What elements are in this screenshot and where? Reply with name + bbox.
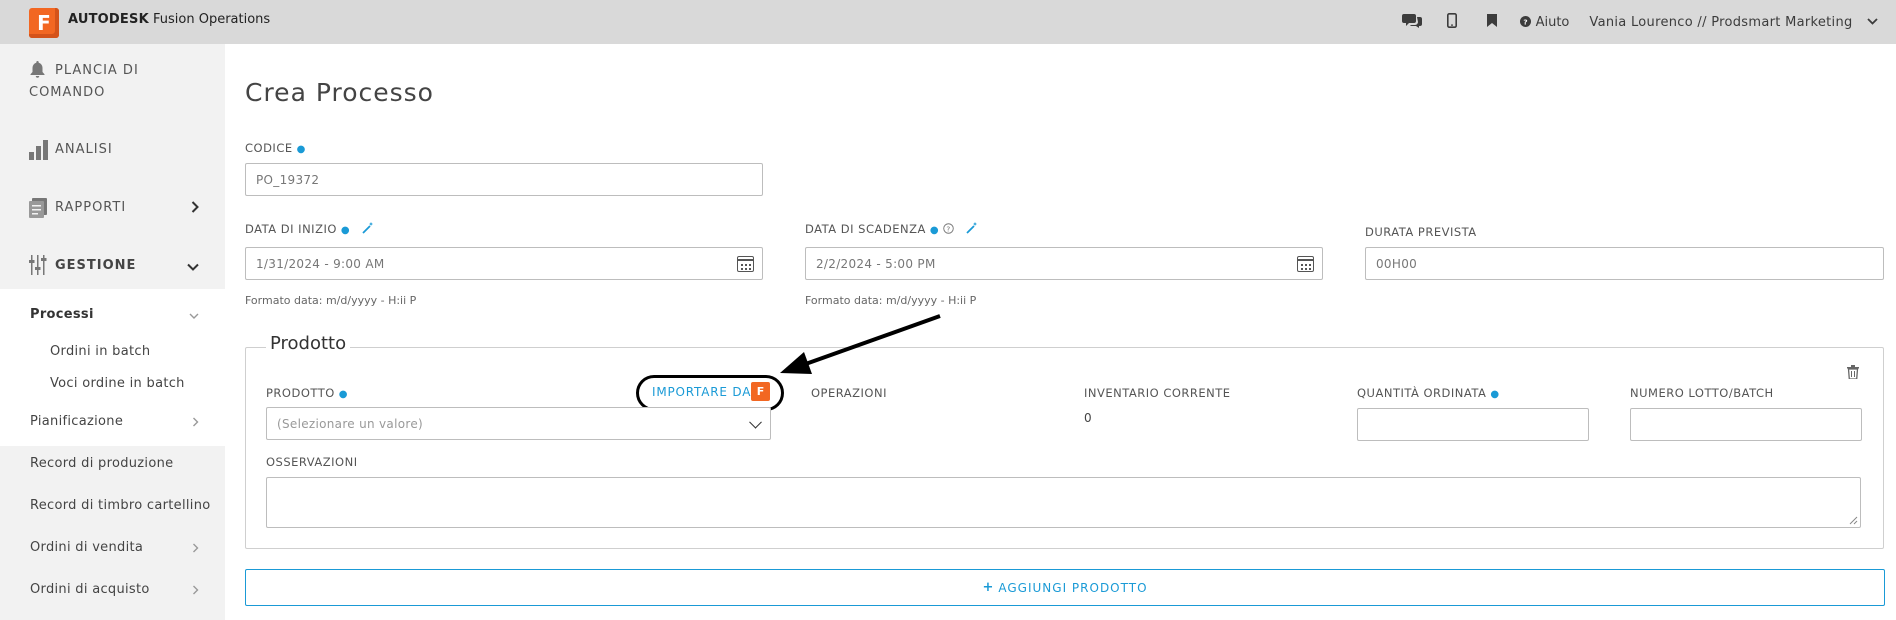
duration-label: DURATA PREVISTA — [1365, 225, 1477, 239]
lot-label: NUMERO LOTTO/BATCH — [1630, 386, 1774, 400]
sidebar-item-timeclock-records[interactable]: Record di timbro cartellino — [30, 498, 211, 513]
brand-bold: AUTODESK — [68, 12, 149, 27]
chevron-right-icon — [191, 201, 199, 216]
code-label-text: CODICE — [245, 141, 293, 155]
chat-icon[interactable] — [1392, 12, 1432, 32]
sliders-icon — [29, 255, 47, 280]
top-right-controls: ? Aiuto Vania Lourenco // Prodsmart Mark… — [1392, 0, 1878, 44]
user-menu[interactable]: Vania Lourenco // Prodsmart Marketing — [1589, 15, 1878, 30]
duration-input[interactable]: 00H00 — [1365, 247, 1884, 280]
quantity-label: QUANTITÀ ORDINATA ● — [1357, 386, 1500, 400]
annotation-highlight-ring — [636, 375, 784, 411]
calendar-icon[interactable] — [1297, 255, 1314, 272]
svg-text:?: ? — [947, 224, 951, 233]
sidebar: PLANCIA DI COMANDO ANALISI RAPPORTI GEST… — [0, 44, 225, 620]
help-icon: ? — [1520, 15, 1535, 30]
sidebar-item-production-records[interactable]: Record di produzione — [30, 456, 173, 471]
chevron-right-icon — [192, 416, 199, 430]
start-date-label-text: DATA DI INIZIO — [245, 222, 337, 236]
sidebar-label-dashboard-2: COMANDO — [29, 85, 106, 100]
due-date-input[interactable]: 2/2/2024 - 5:00 PM — [805, 247, 1323, 280]
required-icon: ● — [338, 389, 349, 400]
user-label: Vania Lourenco // Prodsmart Marketing — [1589, 14, 1853, 30]
magic-wand-icon[interactable] — [358, 222, 374, 236]
inventory-value: 0 — [1084, 411, 1092, 425]
bookmark-icon[interactable] — [1472, 13, 1512, 31]
lot-input[interactable] — [1630, 408, 1862, 441]
product-label-text: PRODOTTO — [266, 386, 335, 400]
due-date-hint: Formato data: m/d/yyyy - H:ii P — [805, 294, 977, 307]
brand-title: AUTODESK Fusion Operations — [68, 12, 270, 27]
sidebar-item-batch-items[interactable]: Voci ordine in batch — [50, 376, 185, 391]
report-icon — [29, 198, 47, 223]
sidebar-item-batch-orders[interactable]: Ordini in batch — [50, 344, 150, 359]
trash-icon[interactable] — [1847, 365, 1859, 383]
required-icon: ● — [929, 225, 940, 236]
bar-chart-icon — [29, 140, 48, 165]
duration-value: 00H00 — [1376, 256, 1418, 271]
fusion-logo[interactable]: F — [29, 8, 59, 38]
mobile-icon[interactable] — [1432, 12, 1472, 32]
sidebar-label-dashboard-1: PLANCIA DI — [55, 63, 139, 78]
resize-handle-icon[interactable] — [1849, 516, 1858, 525]
plus-icon: + — [982, 580, 995, 595]
chevron-right-icon — [192, 542, 199, 556]
add-product-label: AGGIUNGI PRODOTTO — [998, 580, 1148, 595]
sidebar-label-purchase-orders: Ordini di acquisto — [30, 582, 150, 597]
calendar-icon[interactable] — [737, 255, 754, 272]
product-label: PRODOTTO ● — [266, 386, 348, 400]
notes-textarea[interactable] — [266, 477, 1861, 528]
code-value: PO_19372 — [256, 172, 320, 187]
notes-label: OSSERVAZIONI — [266, 455, 358, 469]
help-label: Aiuto — [1535, 14, 1570, 30]
sidebar-label-planning: Pianificazione — [30, 414, 124, 429]
svg-text:?: ? — [1524, 17, 1528, 26]
due-date-label-text: DATA DI SCADENZA — [805, 222, 926, 236]
operations-label: OPERAZIONI — [811, 386, 887, 400]
sidebar-label-management: GESTIONE — [55, 258, 137, 273]
quantity-input[interactable] — [1357, 408, 1589, 441]
chevron-right-icon — [192, 584, 199, 598]
quantity-label-text: QUANTITÀ ORDINATA — [1357, 386, 1487, 400]
page-title: Crea Processo — [245, 78, 434, 107]
sidebar-label-analytics: ANALISI — [55, 142, 113, 157]
sidebar-label-reports: RAPPORTI — [55, 200, 127, 215]
question-circle-icon[interactable]: ? — [943, 222, 958, 236]
code-input[interactable]: PO_19372 — [245, 163, 763, 196]
required-icon: ● — [1490, 389, 1500, 400]
start-date-hint: Formato data: m/d/yyyy - H:ii P — [245, 294, 417, 307]
chevron-down-icon — [187, 260, 199, 274]
brand-rest: Fusion Operations — [153, 12, 271, 27]
inventory-label: INVENTARIO CORRENTE — [1084, 386, 1231, 400]
top-bar: F AUTODESK Fusion Operations ? Aiuto Van… — [0, 0, 1896, 44]
required-icon: ● — [296, 144, 306, 155]
code-label: CODICE ● — [245, 141, 306, 155]
product-legend: Prodotto — [266, 333, 351, 354]
sidebar-label-sales-orders: Ordini di vendita — [30, 540, 144, 555]
due-date-label: DATA DI SCADENZA ● ? — [805, 222, 978, 236]
chevron-down-icon — [189, 309, 199, 323]
add-product-button[interactable]: + AGGIUNGI PRODOTTO — [245, 569, 1885, 606]
due-date-value: 2/2/2024 - 5:00 PM — [816, 256, 936, 271]
start-date-value: 1/31/2024 - 9:00 AM — [256, 256, 385, 271]
product-select[interactable]: (Selezionare un valore) — [266, 407, 771, 440]
sidebar-label-processes: Processi — [30, 307, 94, 322]
chevron-down-icon — [1867, 15, 1878, 29]
help-link[interactable]: ? Aiuto — [1520, 15, 1569, 30]
start-date-input[interactable]: 1/31/2024 - 9:00 AM — [245, 247, 763, 280]
chevron-down-icon — [749, 415, 762, 429]
magic-wand-icon[interactable] — [966, 222, 978, 236]
required-icon: ● — [340, 225, 351, 236]
bell-icon — [29, 60, 46, 83]
start-date-label: DATA DI INIZIO ● — [245, 222, 374, 236]
product-select-placeholder: (Selezionare un valore) — [277, 416, 423, 431]
